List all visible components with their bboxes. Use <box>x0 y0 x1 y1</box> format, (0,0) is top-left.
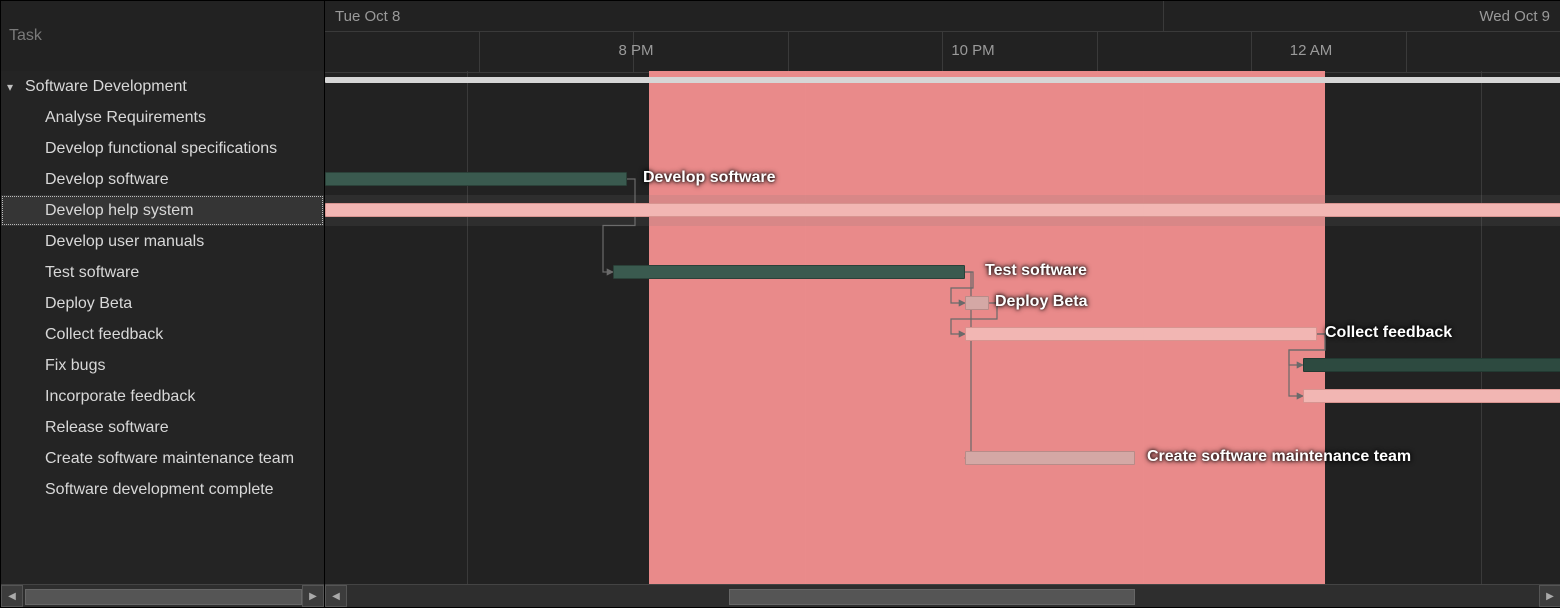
task-name: Develop functional specifications <box>45 140 277 158</box>
hour-header: 8 PM 10 PM 12 AM <box>325 32 1560 73</box>
date-label: Wed Oct 9 <box>1479 8 1550 25</box>
hour-cell <box>789 32 944 72</box>
task-bar[interactable] <box>1303 358 1560 372</box>
task-row-parent[interactable]: ▾ Software Development <box>1 71 324 102</box>
gantt-track <box>325 102 1560 133</box>
date-cell: Wed Oct 9 <box>1164 1 1560 31</box>
chevron-down-icon[interactable]: ▾ <box>7 80 21 94</box>
gantt-track <box>325 226 1560 257</box>
gantt-track <box>325 288 1560 319</box>
task-row[interactable]: Develop software <box>1 164 324 195</box>
task-name: Analyse Requirements <box>45 109 206 127</box>
task-name: Develop help system <box>45 202 194 220</box>
task-row[interactable]: Deploy Beta <box>1 288 324 319</box>
scroll-track[interactable] <box>25 589 300 603</box>
timeline-scrollbar[interactable]: ◀ ▶ <box>325 584 1560 607</box>
gantt-chart[interactable]: Develop softwareTest softwareDeploy Beta… <box>325 71 1560 585</box>
date-cell: Tue Oct 8 <box>325 1 1164 31</box>
hour-cell <box>1407 32 1560 72</box>
task-name: Test software <box>45 264 139 282</box>
task-row[interactable]: Collect feedback <box>1 319 324 350</box>
task-row[interactable]: Develop user manuals <box>1 226 324 257</box>
gantt-track <box>325 443 1560 474</box>
gantt-track <box>325 71 1560 102</box>
task-name: Incorporate feedback <box>45 388 195 406</box>
scroll-thumb[interactable] <box>25 589 302 605</box>
task-row[interactable]: Software development complete <box>1 474 324 505</box>
timeline-panel: Tue Oct 8 Wed Oct 9 8 PM 10 PM 12 AM Develo… <box>325 1 1560 607</box>
hour-label: 10 PM <box>943 42 1003 59</box>
task-name: Develop user manuals <box>45 233 204 251</box>
task-bar[interactable] <box>965 327 1317 341</box>
hour-label: 12 AM <box>1281 42 1341 59</box>
task-name: Software Development <box>25 78 187 96</box>
task-name: Fix bugs <box>45 357 105 375</box>
hour-cell <box>1098 32 1253 72</box>
task-bar[interactable] <box>965 451 1135 465</box>
task-bar[interactable] <box>1303 389 1560 403</box>
scroll-track[interactable] <box>349 589 1537 603</box>
hour-label: 8 PM <box>606 42 666 59</box>
hour-cell <box>325 32 480 72</box>
task-row[interactable]: Incorporate feedback <box>1 381 324 412</box>
date-header: Tue Oct 8 Wed Oct 9 <box>325 1 1560 32</box>
summary-bar[interactable] <box>325 77 1560 83</box>
scroll-right-button[interactable]: ▶ <box>302 585 324 607</box>
gantt-track <box>325 412 1560 443</box>
task-row[interactable]: Release software <box>1 412 324 443</box>
task-row[interactable]: Develop functional specifications <box>1 133 324 164</box>
task-row[interactable]: Analyse Requirements <box>1 102 324 133</box>
task-column-label: Task <box>9 27 42 45</box>
task-name: Develop software <box>45 171 169 189</box>
task-name: Deploy Beta <box>45 295 132 313</box>
scroll-left-button[interactable]: ◀ <box>325 585 347 607</box>
task-row[interactable]: Create software maintenance team <box>1 443 324 474</box>
task-bar[interactable] <box>325 203 1560 217</box>
gantt-app: Task ▾ Software Development Analyse Requir… <box>0 0 1560 608</box>
gantt-track <box>325 133 1560 164</box>
task-bar[interactable] <box>965 296 989 310</box>
scroll-left-button[interactable]: ◀ <box>1 585 23 607</box>
task-row[interactable]: Fix bugs <box>1 350 324 381</box>
task-bar[interactable] <box>613 265 965 279</box>
scroll-right-button[interactable]: ▶ <box>1539 585 1560 607</box>
task-panel: Task ▾ Software Development Analyse Requir… <box>1 1 325 607</box>
task-bar[interactable] <box>325 172 627 186</box>
scroll-thumb[interactable] <box>729 589 1135 605</box>
task-tree[interactable]: ▾ Software Development Analyse Requirement… <box>1 71 324 585</box>
task-name: Create software maintenance team <box>45 450 294 468</box>
task-row[interactable]: Develop help system <box>1 195 324 226</box>
date-label: Tue Oct 8 <box>335 8 400 25</box>
task-name: Collect feedback <box>45 326 163 344</box>
left-scrollbar[interactable]: ◀ ▶ <box>1 584 324 607</box>
task-name: Software development complete <box>45 481 274 499</box>
task-column-header[interactable]: Task <box>1 1 324 72</box>
gantt-track <box>325 474 1560 505</box>
task-name: Release software <box>45 419 169 437</box>
task-row[interactable]: Test software <box>1 257 324 288</box>
gantt-track <box>325 319 1560 350</box>
